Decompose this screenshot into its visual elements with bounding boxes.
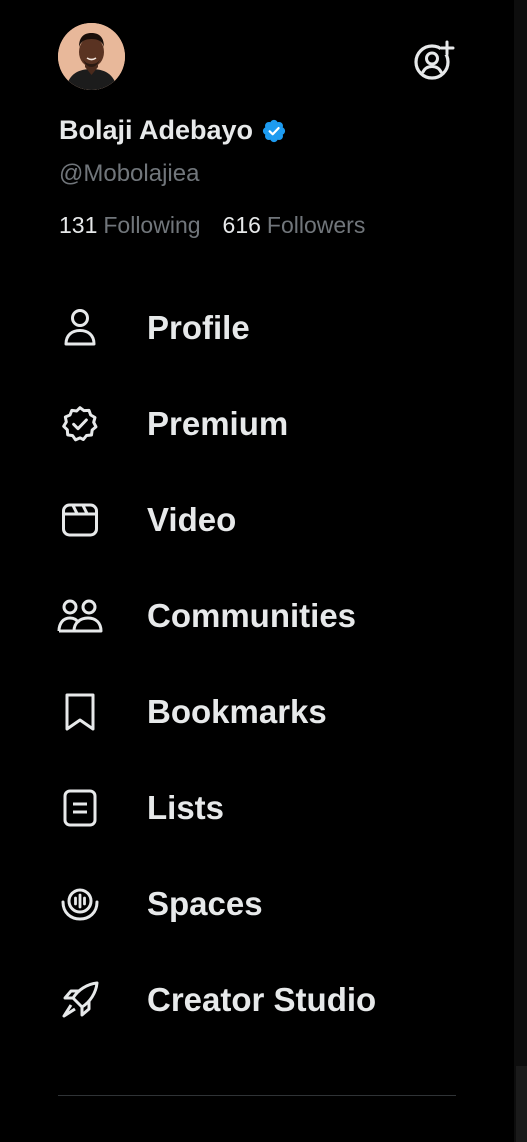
background-content-edge: [516, 1066, 527, 1142]
menu-label-communities: Communities: [147, 597, 357, 634]
video-clapper-icon: [56, 496, 104, 544]
following-count: 131: [59, 212, 98, 238]
menu-item-communities[interactable]: Communities: [0, 568, 514, 664]
menu-item-premium[interactable]: Premium: [0, 376, 514, 472]
display-name: Bolaji Adebayo: [59, 115, 254, 145]
menu-item-lists[interactable]: Lists: [0, 760, 514, 856]
bookmark-icon: [56, 688, 104, 736]
verified-badge-icon: [262, 119, 286, 142]
user-handle: @Mobolajiea: [59, 160, 200, 187]
menu-divider: [58, 1095, 456, 1096]
menu-item-creator-studio[interactable]: Creator Studio: [0, 952, 514, 1048]
menu-label-video: Video: [147, 501, 237, 538]
add-account-icon: [414, 40, 455, 80]
spaces-icon: [56, 880, 104, 928]
drawer-edge-shadow: [514, 0, 527, 1142]
menu-label-premium: Premium: [147, 405, 289, 442]
premium-badge-icon: [56, 400, 104, 448]
list-icon: [56, 784, 104, 832]
menu-item-bookmarks[interactable]: Bookmarks: [0, 664, 514, 760]
menu-item-spaces[interactable]: Spaces: [0, 856, 514, 952]
following-label: Following: [103, 212, 201, 238]
followers-link[interactable]: 616 Followers: [223, 212, 366, 239]
menu-label-lists: Lists: [147, 789, 225, 826]
menu-label-creator-studio: Creator Studio: [147, 981, 377, 1018]
menu-label-profile: Profile: [147, 309, 250, 346]
add-account-button[interactable]: [410, 36, 458, 84]
menu-item-profile[interactable]: Profile: [0, 280, 514, 376]
follow-stats: 131 Following 616 Followers: [59, 212, 365, 239]
person-icon: [56, 304, 104, 352]
drawer-menu: Profile Premium Video Communities Bookma…: [0, 280, 514, 1048]
display-name-row[interactable]: Bolaji Adebayo: [59, 115, 287, 146]
followers-count: 616: [222, 212, 261, 238]
avatar-photo: [58, 23, 125, 90]
rocket-icon: [56, 976, 104, 1024]
communities-icon: [56, 592, 104, 640]
menu-label-bookmarks: Bookmarks: [147, 693, 327, 730]
menu-item-video[interactable]: Video: [0, 472, 514, 568]
menu-label-spaces: Spaces: [147, 885, 263, 922]
followers-label: Followers: [266, 212, 366, 238]
following-link[interactable]: 131 Following: [59, 212, 201, 239]
avatar[interactable]: [58, 23, 125, 90]
navigation-drawer: Bolaji Adebayo @Mobolajiea 131 Following…: [0, 0, 514, 1142]
